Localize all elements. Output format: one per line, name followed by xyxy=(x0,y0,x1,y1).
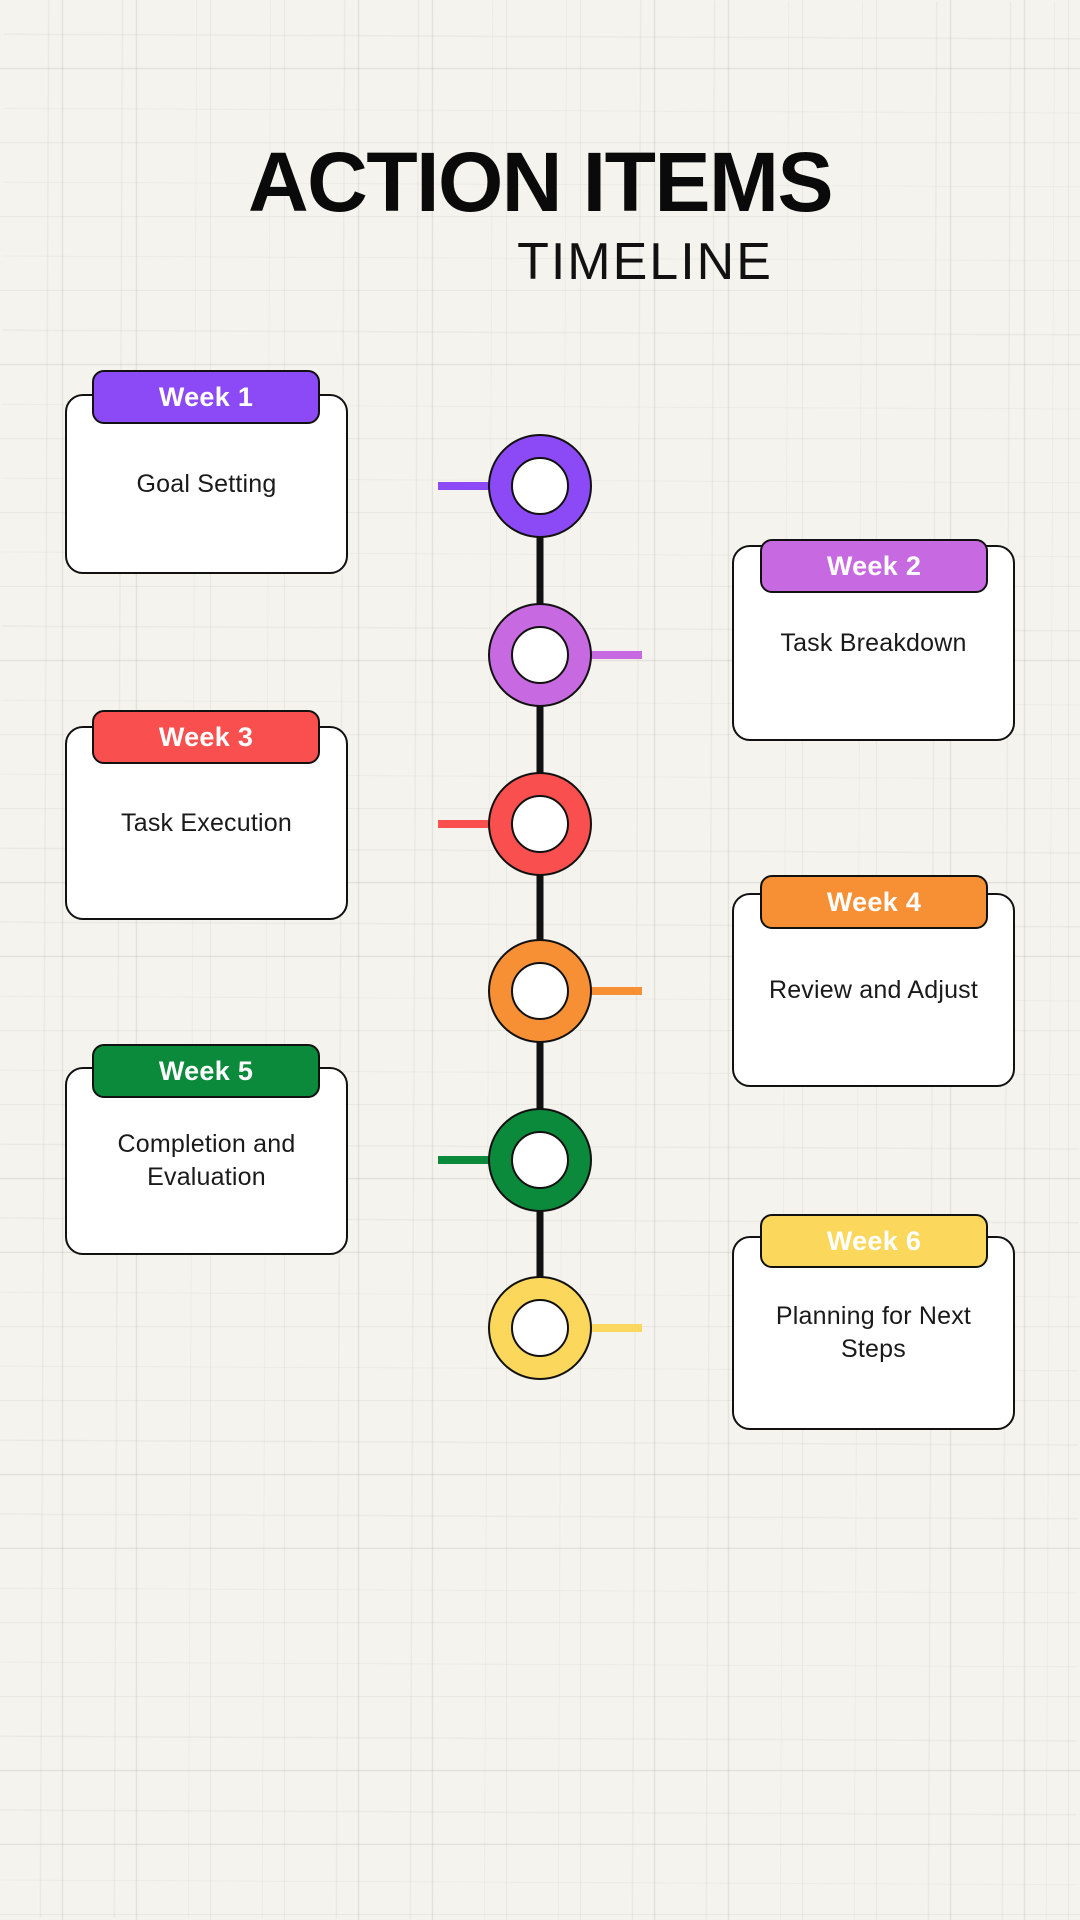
timeline-card-body-6: Planning for Next Steps xyxy=(775,1302,972,1363)
timeline-card-body-5: Completion and Evaluation xyxy=(117,1130,296,1191)
week-badge-label-2: Week 2 xyxy=(826,550,922,581)
timeline-node-3[interactable] xyxy=(488,772,592,876)
timeline-node-inner-5 xyxy=(511,1131,569,1189)
week-badge-4[interactable]: Week 4 xyxy=(760,875,988,929)
week-badge-label-3: Week 3 xyxy=(158,721,254,752)
week-badge-1[interactable]: Week 1 xyxy=(92,370,320,424)
connector-line-6 xyxy=(590,1324,642,1332)
timeline-card-body-4: Review and Adjust xyxy=(768,975,979,1004)
week-badge-5[interactable]: Week 5 xyxy=(92,1044,320,1098)
week-badge-label-5: Week 5 xyxy=(158,1055,254,1086)
timeline-card-body-2: Task Breakdown xyxy=(780,628,967,657)
page-subtitle: TIMELINE xyxy=(517,233,773,291)
week-badge-label-6: Week 6 xyxy=(826,1225,922,1256)
week-badge-label-1: Week 1 xyxy=(158,381,254,412)
timeline-card-body-1: Goal Setting xyxy=(136,469,277,498)
connector-line-1 xyxy=(438,482,490,490)
week-badge-label-4: Week 4 xyxy=(826,886,922,917)
week-badge-6[interactable]: Week 6 xyxy=(760,1214,988,1268)
timeline-node-5[interactable] xyxy=(488,1108,592,1212)
timeline-node-inner-4 xyxy=(511,962,569,1020)
timeline-node-4[interactable] xyxy=(488,939,592,1043)
connector-line-5 xyxy=(438,1156,490,1164)
timeline-node-inner-2 xyxy=(511,626,569,684)
header: ACTION ITEMS TIMELINE xyxy=(0,140,1080,288)
connector-line-3 xyxy=(438,820,490,828)
timeline-node-inner-1 xyxy=(511,457,569,515)
timeline-node-inner-6 xyxy=(511,1299,569,1357)
timeline-node-inner-3 xyxy=(511,795,569,853)
timeline-node-2[interactable] xyxy=(488,603,592,707)
page-title: ACTION ITEMS xyxy=(248,135,834,229)
week-badge-3[interactable]: Week 3 xyxy=(92,710,320,764)
connector-line-2 xyxy=(590,651,642,659)
timeline-node-6[interactable] xyxy=(488,1276,592,1380)
timeline-node-1[interactable] xyxy=(488,434,592,538)
connector-line-4 xyxy=(590,987,642,995)
timeline-card-body-3: Task Execution xyxy=(121,808,292,837)
week-badge-2[interactable]: Week 2 xyxy=(760,539,988,593)
